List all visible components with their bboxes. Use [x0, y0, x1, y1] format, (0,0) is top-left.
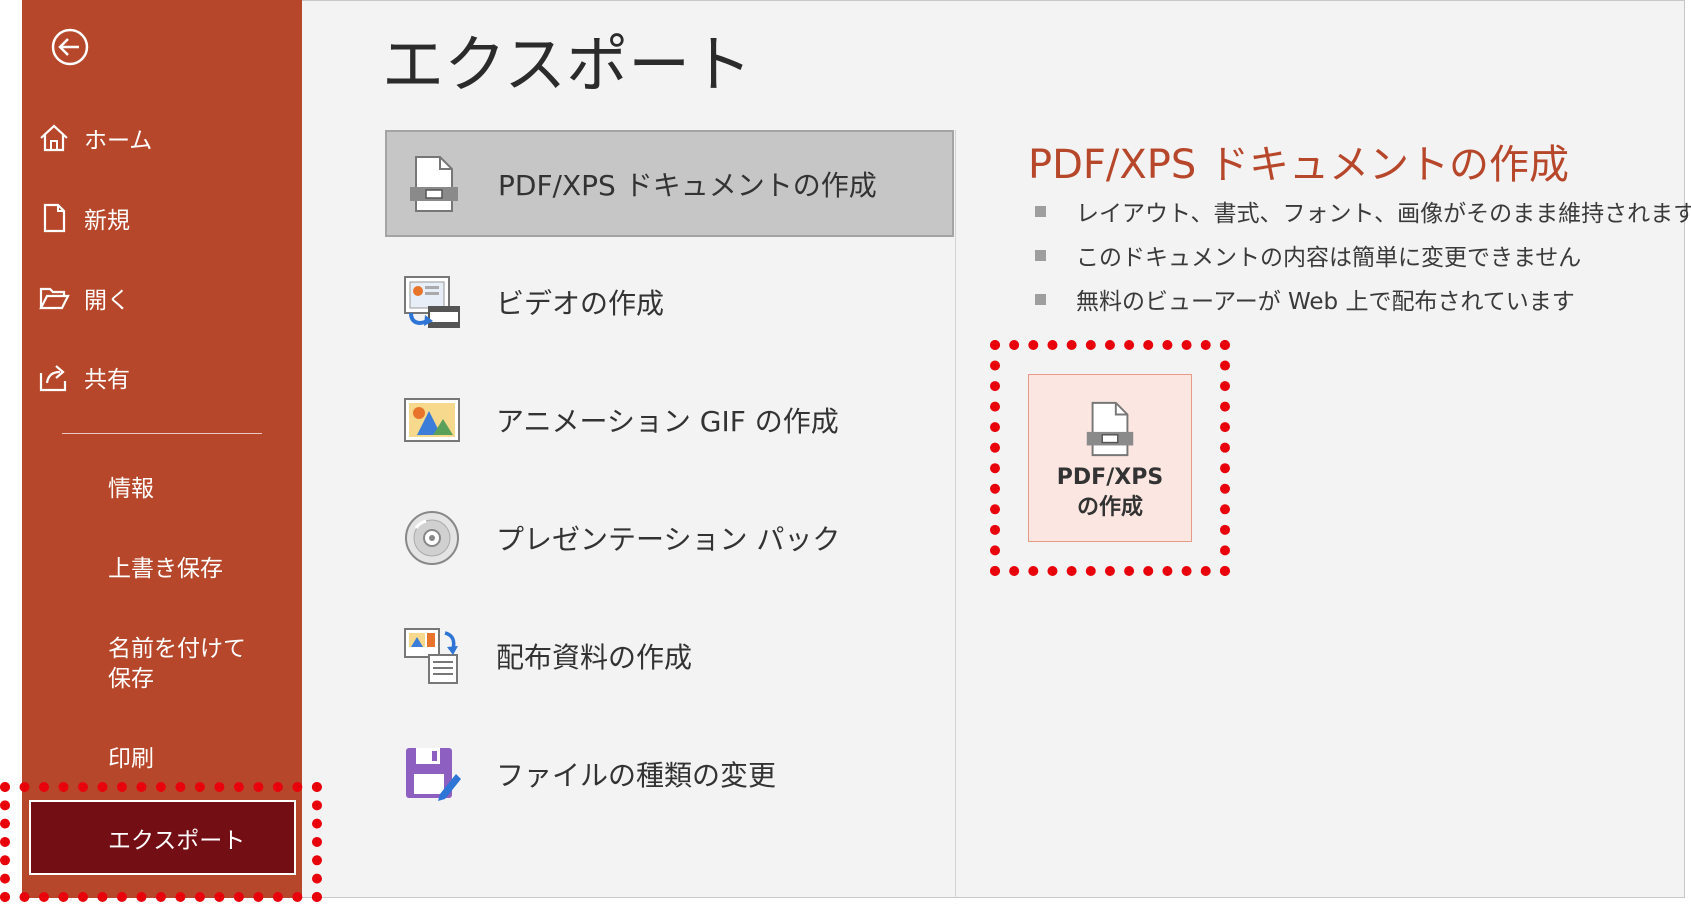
sidebar-item-label: 開く — [84, 288, 130, 314]
bullet-icon — [1035, 249, 1046, 261]
export-option-change-type[interactable]: ファイルの種類の変更 — [385, 720, 954, 827]
sidebar-item-share[interactable]: 共有 — [36, 352, 130, 402]
export-option-gif[interactable]: アニメーション GIF の作成 — [385, 366, 954, 473]
handouts-icon — [400, 624, 464, 688]
sidebar-item-label: ホーム — [84, 128, 153, 154]
detail-title: PDF/XPS ドキュメントの作成 — [1028, 142, 1570, 188]
sidebar-item-label: 共有 — [84, 367, 130, 393]
bullet-icon — [1035, 293, 1046, 305]
export-option-label: 配布資料の作成 — [496, 640, 693, 674]
pdf-document-icon — [402, 152, 466, 216]
open-folder-icon — [36, 280, 72, 316]
export-option-label: ビデオの作成 — [496, 286, 665, 320]
create-pdf-xps-label: PDF/XPS の作成 — [1056, 465, 1164, 520]
detail-bullet: このドキュメントの内容は簡単に変更できません — [1035, 238, 1581, 272]
new-document-icon — [36, 200, 72, 236]
export-option-label: ファイルの種類の変更 — [496, 758, 777, 792]
export-option-label: PDF/XPS ドキュメントの作成 — [498, 168, 877, 202]
detail-bullet: 無料のビューアーが Web 上で配布されています — [1035, 282, 1575, 316]
sidebar-item-print[interactable]: 印刷 — [108, 744, 154, 774]
sidebar-item-home[interactable]: ホーム — [36, 113, 152, 163]
sidebar-divider — [62, 433, 262, 434]
export-option-label: アニメーション GIF の作成 — [496, 404, 839, 438]
pdf-document-icon — [1080, 399, 1140, 459]
create-pdf-xps-button[interactable]: PDF/XPS の作成 — [1028, 374, 1192, 542]
export-option-label: プレゼンテーション パック — [496, 522, 841, 556]
sidebar-item-save[interactable]: 上書き保存 — [108, 554, 223, 584]
sidebar-item-new[interactable]: 新規 — [36, 193, 130, 243]
sidebar-item-save-as[interactable]: 名前を付けて保存 — [108, 634, 268, 694]
export-option-pdf-xps[interactable]: PDF/XPS ドキュメントの作成 — [385, 130, 954, 237]
back-arrow-icon — [51, 28, 89, 66]
home-icon — [36, 120, 72, 156]
sidebar-item-label: エクスポート — [108, 827, 246, 854]
back-button[interactable] — [50, 27, 90, 67]
sidebar-item-info[interactable]: 情報 — [108, 474, 154, 504]
page-title: エクスポート — [382, 28, 753, 101]
cd-icon — [400, 506, 464, 570]
sidebar-item-open[interactable]: 開く — [36, 273, 130, 323]
gif-image-icon — [400, 388, 464, 452]
options-divider — [955, 130, 956, 898]
save-as-icon — [400, 742, 464, 806]
bullet-icon — [1035, 205, 1046, 217]
sidebar-item-export[interactable]: エクスポート — [29, 800, 296, 875]
export-option-handouts[interactable]: 配布資料の作成 — [385, 602, 954, 709]
export-option-video[interactable]: ビデオの作成 — [385, 248, 954, 355]
export-option-package[interactable]: プレゼンテーション パック — [385, 484, 954, 591]
sidebar-item-label: 新規 — [84, 208, 130, 234]
share-icon — [36, 359, 72, 395]
video-icon — [400, 270, 464, 334]
detail-bullet: レイアウト、書式、フォント、画像がそのまま維持されます — [1035, 194, 1691, 228]
